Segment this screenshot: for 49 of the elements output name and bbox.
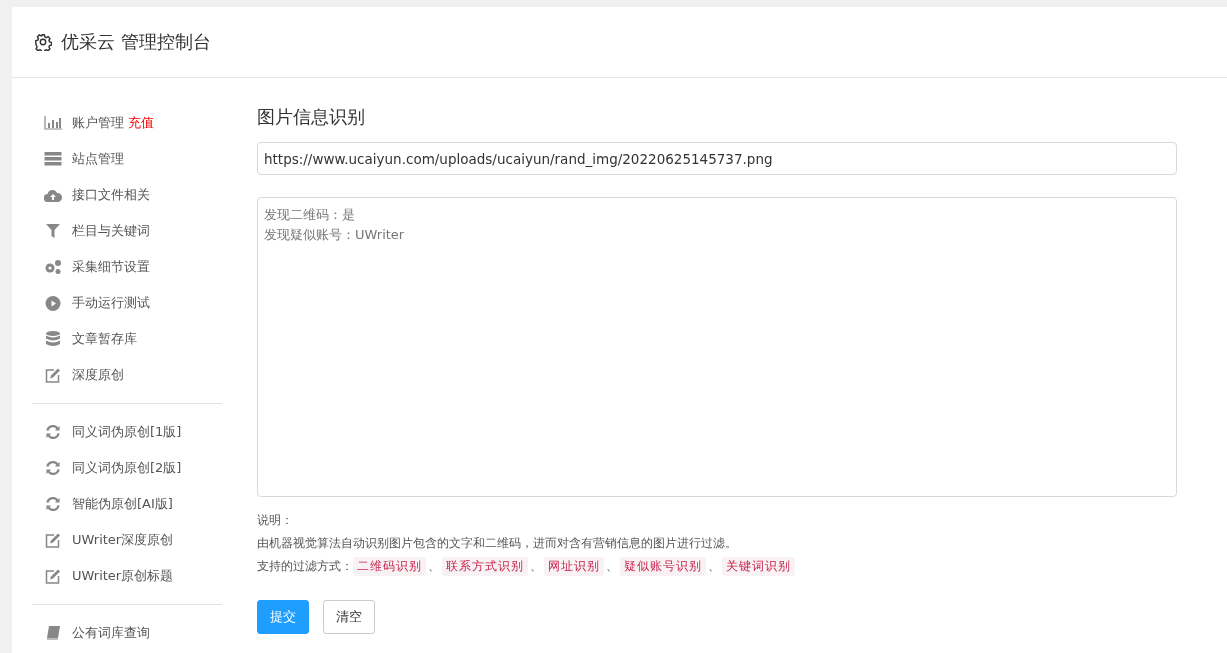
description-text: 由机器视觉算法自动识别图片包含的文字和二维码，进而对含有营销信息的图片进行过滤。 [257, 535, 738, 552]
edit-icon [44, 532, 62, 548]
console-title: 优采云 管理控制台 [61, 30, 211, 54]
bar-chart-icon [44, 116, 62, 130]
menu-item[interactable]: 同义词伪原创[2版] [72, 459, 182, 477]
result-box[interactable]: 发现二维码：是 发现疑似账号：UWriter [257, 197, 1177, 497]
method-tag: 联系方式识别 [442, 557, 528, 576]
edit-icon [44, 367, 62, 383]
clear-button[interactable]: 清空 [323, 600, 375, 634]
server-icon [44, 152, 62, 166]
separator: 、 [530, 558, 542, 575]
settings-icon [34, 33, 52, 51]
menu-item[interactable]: 深度原创 [72, 366, 124, 384]
database-icon [44, 331, 62, 347]
cloud-upload-icon [44, 188, 62, 202]
section-title: 图片信息识别 [257, 105, 366, 129]
method-tag: 关键词识别 [722, 557, 795, 576]
refresh-icon [44, 425, 62, 439]
separator: 、 [428, 558, 440, 575]
gears-icon [44, 259, 62, 275]
refresh-icon [44, 497, 62, 511]
separator: 、 [708, 558, 720, 575]
method-tag: 疑似账号识别 [620, 557, 706, 576]
result-line: 发现二维码：是 [264, 206, 356, 224]
url-field[interactable]: https://www.ucaiyun.com/uploads/ucaiyun/rand_img/20220625145737.png [257, 142, 1177, 175]
method-tag: 网址识别 [544, 557, 604, 576]
result-line: 发现疑似账号：UWriter [264, 226, 406, 244]
notes-heading: 说明： [257, 512, 294, 529]
menu-item[interactable]: 账户管理 [72, 114, 124, 132]
book-icon [44, 625, 62, 641]
menu-item[interactable]: 接口文件相关 [72, 186, 150, 204]
menu-item[interactable]: 站点管理 [72, 150, 124, 168]
edit-icon [44, 568, 62, 584]
menu-item[interactable]: 采集细节设置 [72, 258, 150, 276]
menu-item[interactable]: 同义词伪原创[1版] [72, 423, 182, 441]
refresh-icon [44, 461, 62, 475]
menu-item[interactable]: 手动运行测试 [72, 294, 150, 312]
menu-item[interactable]: 公有词库查询 [72, 624, 150, 642]
menu-item[interactable]: UWriter深度原创 [72, 531, 174, 549]
separator: 、 [606, 558, 618, 575]
menu-item[interactable]: 智能伪原创[AI版] [72, 495, 173, 513]
menu-item[interactable]: 栏目与关键词 [72, 222, 150, 240]
play-icon [44, 295, 62, 311]
method-tag: 二维码识别 [353, 557, 426, 576]
menu-item[interactable]: 文章暂存库 [72, 330, 137, 348]
recharge-link[interactable]: 充值 [128, 114, 154, 132]
methods-label: 支持的过滤方式： [257, 558, 353, 575]
filter-icon [44, 224, 62, 238]
menu-item[interactable]: UWriter原创标题 [72, 567, 174, 585]
